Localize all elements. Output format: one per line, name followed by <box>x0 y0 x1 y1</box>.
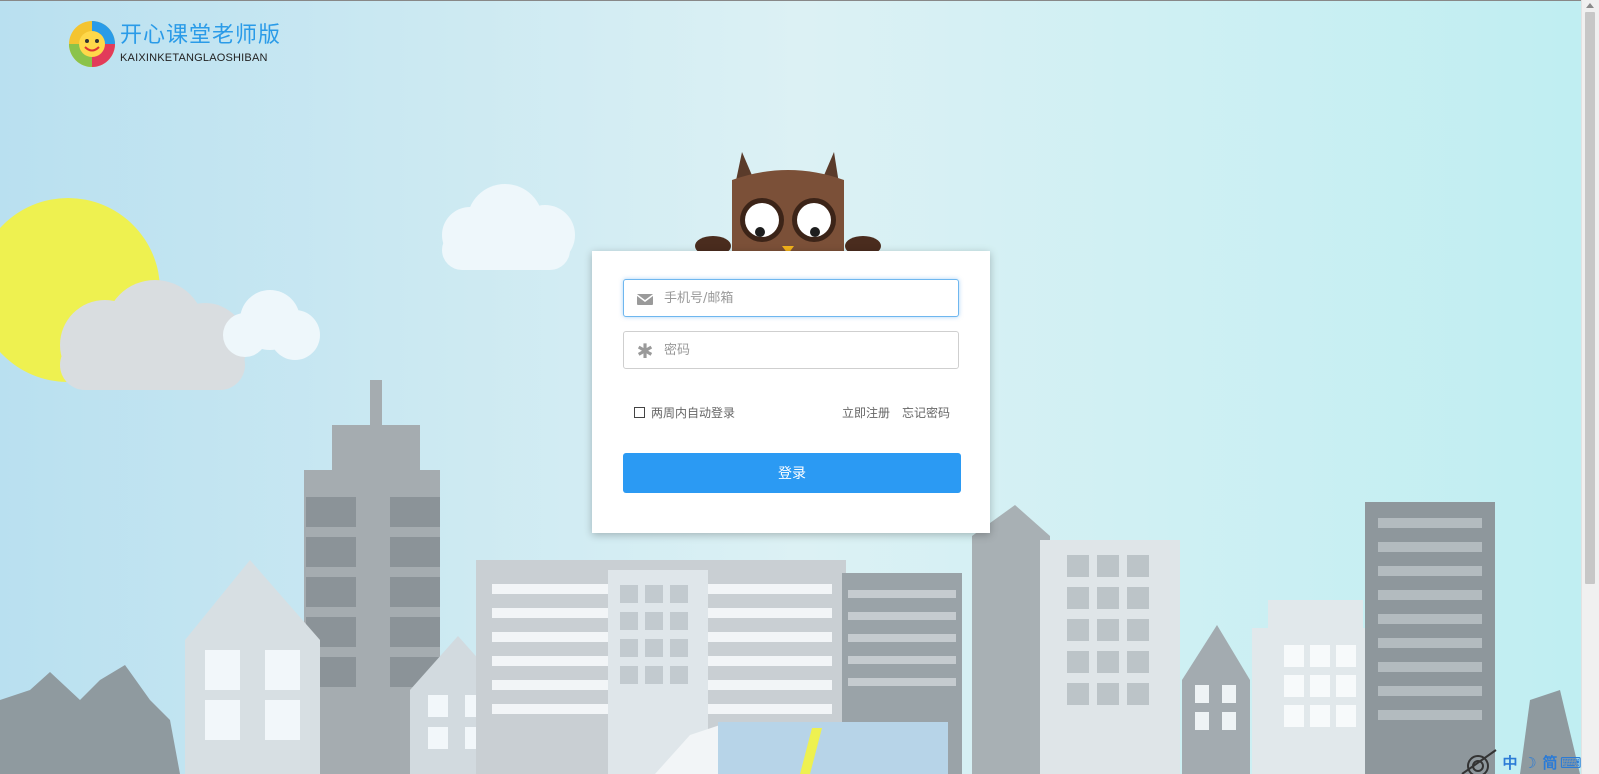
forgot-password-link[interactable]: 忘记密码 <box>902 404 950 422</box>
password-field[interactable]: ✱ <box>623 331 959 369</box>
owl-mascot-illustration <box>695 152 881 262</box>
ime-toolbar: 中 ☽ 简 ⌨ <box>1456 748 1582 774</box>
login-options: 两周内自动登录 立即注册 忘记密码 <box>634 404 960 422</box>
ime-punctuation-toggle[interactable]: ☽ <box>1520 752 1540 774</box>
building-office <box>972 505 1180 774</box>
register-link[interactable]: 立即注册 <box>842 404 890 422</box>
brand-title-en: KAIXINKETANGLAOSHIBAN <box>120 52 268 64</box>
building-striped <box>1365 502 1495 774</box>
vertical-scrollbar[interactable] <box>1581 0 1599 774</box>
account-field[interactable] <box>623 279 959 317</box>
asterisk-icon: ✱ <box>636 339 654 363</box>
password-input[interactable] <box>664 332 952 368</box>
ime-logo-icon <box>1461 749 1497 774</box>
ime-keyboard-toggle[interactable]: ⌨ <box>1560 752 1582 774</box>
brand-title-cn: 开心课堂老师版 <box>120 23 282 48</box>
login-button[interactable]: 登录 <box>623 453 961 493</box>
ime-charset-toggle[interactable]: 简 <box>1540 752 1560 774</box>
scroll-up-icon[interactable] <box>1586 3 1594 8</box>
remember-checkbox[interactable] <box>634 407 645 418</box>
account-input[interactable] <box>664 280 952 316</box>
login-panel: ✱ 两周内自动登录 立即注册 忘记密码 登录 <box>592 251 990 533</box>
remember-label[interactable]: 两周内自动登录 <box>651 404 735 422</box>
scrollbar-thumb[interactable] <box>1585 12 1595 584</box>
envelope-icon <box>636 294 654 305</box>
smiley-logo-icon <box>69 21 115 67</box>
ime-language-toggle[interactable]: 中 <box>1500 752 1520 774</box>
brand-logo[interactable]: 开心课堂老师版 KAIXINKETANGLAOSHIBAN <box>68 20 281 68</box>
